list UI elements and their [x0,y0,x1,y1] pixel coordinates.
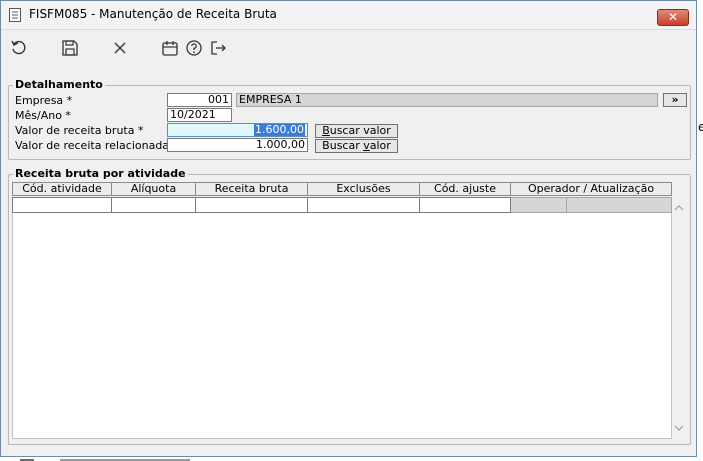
buscar-valor-relacionada-button[interactable]: Buscar valor [315,139,398,153]
empresa-lookup-button[interactable]: » [663,93,687,107]
title-bar: FISFM085 - Manutenção de Receita Bruta ✕ [1,1,696,30]
col-cod-ajuste[interactable]: Cód. ajuste [420,182,511,196]
valor-receita-bruta-value: 1.600,00 [254,123,305,136]
detalhamento-legend: Detalhamento [13,78,105,91]
col-aliquota[interactable]: Alíquota [112,182,196,196]
cell-receita-bruta[interactable] [196,197,308,213]
empresa-code-field[interactable]: 001 [167,93,232,107]
cell-aliquota[interactable] [112,197,196,213]
grid-header: Cód. atividade Alíquota Receita bruta Ex… [12,182,672,196]
window-close-button[interactable]: ✕ [657,9,689,26]
cell-cod-atividade[interactable] [12,197,112,213]
grid-scrollbar[interactable] [672,197,686,439]
col-receita-bruta[interactable]: Receita bruta [196,182,308,196]
scroll-down-icon[interactable] [674,423,684,433]
save-icon [62,40,78,56]
window-title: FISFM085 - Manutenção de Receita Bruta [29,7,277,21]
valor-receita-bruta-label: Valor de receita bruta * [15,124,144,137]
buscar-valor-relacionada-pre: Buscar [322,139,364,152]
valor-receita-bruta-field[interactable]: 1.600,00 [167,123,308,137]
buscar-valor-relacionada-post: alor [369,139,391,152]
calendar-button[interactable] [161,39,179,57]
calendar-icon [162,41,178,56]
exit-button[interactable] [209,39,227,57]
receita-atividade-legend: Receita bruta por atividade [13,167,188,180]
scroll-up-icon[interactable] [674,203,684,213]
buscar-valor-bruta-button[interactable]: Buscar valor [315,124,398,138]
undo-icon [11,40,26,55]
undo-button[interactable] [10,39,28,57]
mes-ano-field[interactable]: 10/2021 [167,108,232,122]
valor-receita-relacionada-label: Valor de receita relacionada [15,139,170,152]
valor-receita-relacionada-field[interactable]: 1.000,00 [167,138,308,152]
grid-body [12,213,672,439]
save-button[interactable] [61,39,79,57]
exit-icon [211,41,226,55]
cell-exclusoes[interactable] [308,197,420,213]
background-strip [0,457,703,461]
cancel-button[interactable] [111,39,129,57]
col-exclusoes[interactable]: Exclusões [308,182,420,196]
cell-cod-ajuste[interactable] [420,197,511,213]
table-row[interactable] [12,197,672,213]
cell-operador [511,197,567,213]
help-button[interactable] [185,39,203,57]
col-operador-atualizacao[interactable]: Operador / Atualização [511,182,672,196]
background-window-text: e [698,120,703,134]
empresa-label: Empresa * [15,94,73,107]
buscar-valor-bruta-hotkey: B [322,124,330,137]
close-x-icon [114,42,126,54]
empresa-name-field: EMPRESA 1 [236,93,658,107]
toolbar [1,31,696,65]
app-window: FISFM085 - Manutenção de Receita Bruta ✕ [0,0,697,457]
col-cod-atividade[interactable]: Cód. atividade [12,182,112,196]
mes-ano-label: Mês/Ano * [15,109,71,122]
help-icon [186,40,202,56]
buscar-valor-bruta-label: uscar valor [329,124,391,137]
cell-atualizacao [567,197,672,213]
document-icon [9,8,21,22]
